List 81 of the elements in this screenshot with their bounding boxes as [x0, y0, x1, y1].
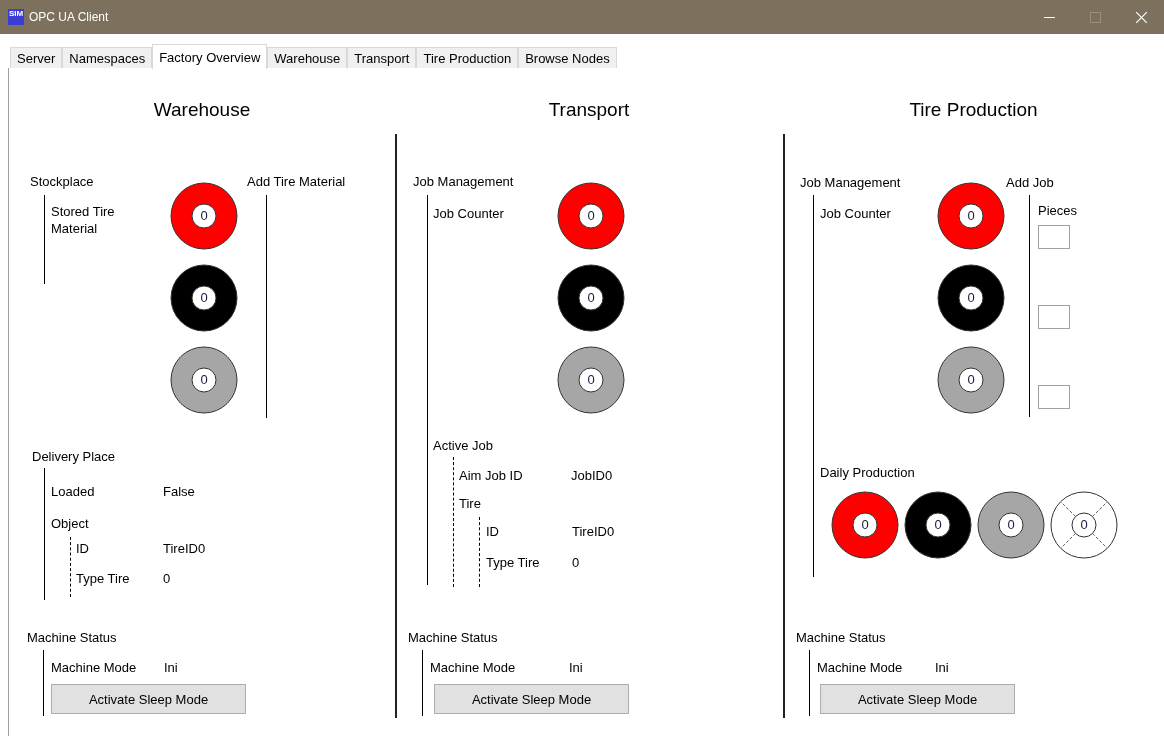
tire-count: 0: [199, 372, 209, 388]
close-icon: [1135, 11, 1147, 23]
field-label: Machine Mode: [430, 660, 517, 676]
field-label: Object: [51, 516, 90, 532]
pieces-field[interactable]: [1038, 305, 1070, 329]
tire-icon: [170, 182, 238, 250]
sleep-mode-button[interactable]: Activate Sleep Mode: [820, 684, 1015, 714]
section-label: Add Tire Material: [247, 174, 346, 190]
field-label: Job Counter: [820, 206, 892, 222]
field-value: TireID0: [572, 524, 615, 540]
tire-count: 0: [199, 208, 209, 224]
tab[interactable]: Factory Overview: [152, 44, 268, 69]
tire-icon: [557, 182, 625, 250]
panel-title: Transport: [547, 98, 631, 122]
tab[interactable]: Tire Production: [416, 47, 519, 68]
tab[interactable]: Browse Nodes: [518, 47, 617, 68]
window-title: OPC UA Client: [29, 10, 110, 24]
tire-count: 0: [966, 290, 976, 306]
field-value: 0: [572, 555, 580, 571]
tire-count: 0: [933, 517, 943, 533]
pieces-field[interactable]: [1038, 385, 1070, 409]
field-value: Ini: [569, 660, 583, 676]
tire-count: 0: [860, 517, 870, 533]
field-value: Ini: [935, 660, 949, 676]
field-label: Aim Job ID: [459, 468, 524, 484]
section-label: Daily Production: [820, 465, 916, 481]
field-label: Pieces: [1038, 203, 1078, 219]
tab[interactable]: Server: [10, 47, 63, 68]
tab[interactable]: Warehouse: [267, 47, 348, 68]
field-label: Stored Tire Material: [51, 203, 116, 237]
app-logo: SIM: [8, 9, 24, 25]
field-label: Type Tire: [486, 555, 541, 571]
section-label: Add Job: [1006, 175, 1054, 191]
field-value: TireID0: [163, 541, 206, 557]
panel-title: Warehouse: [152, 98, 252, 122]
section-label: Machine Status: [408, 630, 499, 646]
field-value: JobID0: [571, 468, 613, 484]
section-label: Job Management: [413, 174, 515, 190]
tire-icon: [170, 264, 238, 332]
tab[interactable]: Transport: [347, 47, 417, 68]
section-label: Stockplace: [30, 174, 95, 190]
tire-count: 0: [586, 290, 596, 306]
field-label: ID: [486, 524, 500, 540]
tire-icon: [170, 346, 238, 414]
field-value: Ini: [164, 660, 178, 676]
field-label: Machine Mode: [51, 660, 138, 676]
field-label: Loaded: [51, 484, 96, 500]
field-label: ID: [76, 541, 90, 557]
maximize-icon: [1089, 11, 1101, 23]
tire-count: 0: [586, 208, 596, 224]
tire-icon: [557, 346, 625, 414]
tire-count: 0: [966, 372, 976, 388]
tire-icon: [937, 182, 1005, 250]
tire-count: 0: [199, 290, 209, 306]
section-label: Job Management: [800, 175, 902, 191]
tire-icon: [1050, 491, 1118, 559]
tire-count: 0: [586, 372, 596, 388]
pieces-field[interactable]: [1038, 225, 1070, 249]
section-label: Machine Status: [27, 630, 118, 646]
sleep-mode-button[interactable]: Activate Sleep Mode: [51, 684, 246, 714]
sleep-mode-button[interactable]: Activate Sleep Mode: [434, 684, 629, 714]
section-label: Delivery Place: [32, 449, 117, 465]
tire-count: 0: [1079, 517, 1089, 533]
field-label: Active Job: [433, 438, 494, 454]
tire-icon: [937, 346, 1005, 414]
tire-icon: [904, 491, 972, 559]
field-label: Machine Mode: [817, 660, 904, 676]
tire-icon: [937, 264, 1005, 332]
field-label: Type Tire: [76, 571, 131, 587]
field-label: Job Counter: [433, 206, 505, 222]
tire-icon: [557, 264, 625, 332]
field-value: 0: [163, 571, 171, 587]
panel-title: Tire Production: [908, 98, 1039, 122]
tire-count: 0: [966, 208, 976, 224]
field-label: Tire: [459, 496, 482, 512]
section-label: Machine Status: [796, 630, 887, 646]
tire-icon: [831, 491, 899, 559]
field-value: False: [163, 484, 195, 500]
tire-icon: [977, 491, 1045, 559]
tab[interactable]: Namespaces: [62, 47, 153, 68]
tire-count: 0: [1006, 517, 1016, 533]
